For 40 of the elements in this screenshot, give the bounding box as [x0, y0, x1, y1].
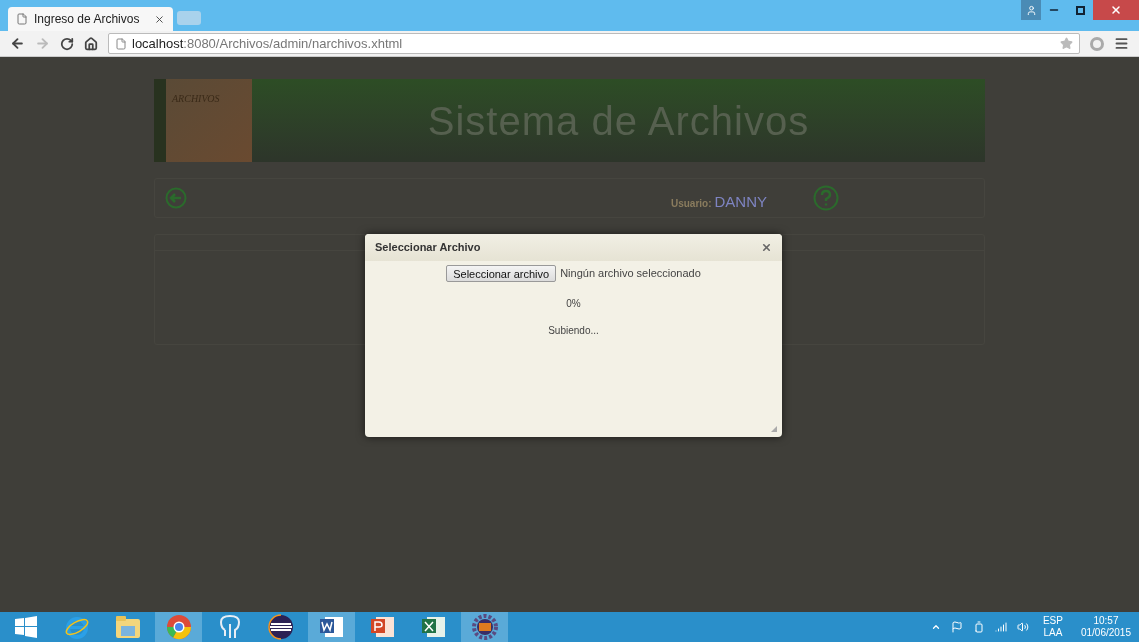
striped-circle-icon	[267, 614, 294, 640]
resize-grip-icon[interactable]	[771, 426, 777, 432]
person-icon	[1025, 4, 1037, 16]
url-text: localhost:8080/Archivos/admin/narchivos.xhtml	[132, 34, 403, 53]
file-status: Ningún archivo seleccionado	[560, 266, 701, 282]
upload-status: Subiendo...	[548, 324, 599, 338]
language-indicator[interactable]: ESP LAA	[1042, 615, 1063, 639]
progress-text: 0%	[566, 297, 581, 311]
folder-icon	[114, 615, 141, 639]
battery-icon[interactable]	[972, 621, 985, 633]
profile-button[interactable]	[1021, 0, 1041, 20]
menu-icon[interactable]	[1114, 36, 1129, 51]
presentation-icon	[369, 614, 396, 640]
close-icon[interactable]	[761, 242, 772, 253]
address-field[interactable]: localhost:8080/Archivos/admin/narchivos.xhtml	[108, 33, 1080, 54]
windows-logo-icon[interactable]	[15, 616, 37, 638]
chevron-up-icon[interactable]	[930, 622, 941, 632]
document-icon	[318, 614, 345, 640]
circle-logo-icon	[165, 614, 192, 640]
reload-icon[interactable]	[60, 36, 74, 51]
back-icon[interactable]	[10, 36, 25, 51]
user-label: Usuario:	[670, 196, 712, 211]
page-icon	[16, 13, 28, 25]
gear-icon	[471, 614, 498, 640]
clock[interactable]: 10:57 01/06/2015	[1080, 615, 1131, 639]
close-icon[interactable]	[154, 13, 165, 25]
flag-icon[interactable]	[950, 621, 963, 633]
choose-file-button[interactable]: Seleccionar archivo	[446, 265, 557, 282]
user-name: DANNY	[714, 191, 767, 212]
spreadsheet-icon	[420, 614, 447, 640]
page-icon	[115, 37, 127, 50]
dialog-title: Seleccionar Archivo	[375, 240, 482, 256]
close-icon	[1110, 4, 1122, 16]
browser-tab[interactable]: Ingreso de Archivos	[8, 7, 173, 31]
taskbar-app-button[interactable]	[308, 612, 355, 642]
restore-icon	[1075, 5, 1085, 15]
tab-title: Ingreso de Archivos	[34, 11, 141, 28]
speaker-icon[interactable]	[1016, 621, 1029, 633]
home-icon[interactable]	[84, 36, 98, 51]
star-icon[interactable]	[1060, 37, 1073, 50]
